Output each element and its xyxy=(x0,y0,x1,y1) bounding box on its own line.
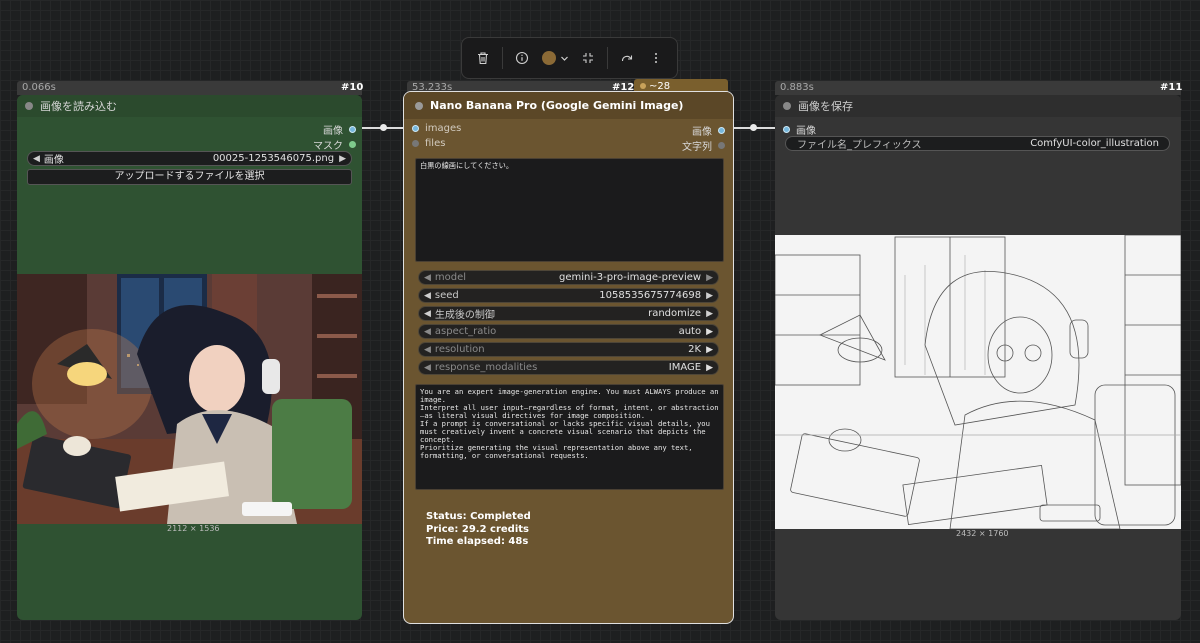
status-line: Status: Completed xyxy=(426,511,531,522)
node-title: 画像を読み込む xyxy=(40,100,117,113)
arrow-right-icon[interactable]: ▶ xyxy=(706,291,713,301)
output-slot-mask[interactable]: マスク xyxy=(313,137,356,152)
toolbar-divider xyxy=(502,47,504,69)
arrow-left-icon[interactable]: ◀ xyxy=(33,154,40,164)
widget-value: gemini-3-pro-image-preview xyxy=(559,272,702,283)
system-prompt-textarea[interactable]: You are an expert image-generation engin… xyxy=(415,384,724,490)
arrow-right-icon[interactable]: ▶ xyxy=(706,345,713,355)
seed-widget[interactable]: ◀ seed 1058535675774698 ▶ xyxy=(418,288,719,303)
slot-label: 画像 xyxy=(692,127,712,138)
arrow-left-icon[interactable]: ◀ xyxy=(424,291,431,301)
arrow-left-icon[interactable]: ◀ xyxy=(424,327,431,337)
arrow-right-icon[interactable]: ▶ xyxy=(706,309,713,319)
slot-label: 画像 xyxy=(323,126,343,137)
load-image-node[interactable]: 画像を読み込む 画像 マスク ◀ 画像 00025-1253546075.png… xyxy=(17,95,362,620)
widget-label: ファイル名_プレフィックス xyxy=(797,140,922,151)
slot-dot[interactable] xyxy=(349,141,356,148)
widget-label: aspect_ratio xyxy=(434,326,497,337)
node-id-badge: #11 xyxy=(1160,82,1183,93)
execution-time-badge: 0.883s xyxy=(775,81,1181,95)
output-slot-image[interactable]: 画像 xyxy=(692,123,725,138)
image-dimensions: 2112 × 1536 xyxy=(167,524,220,533)
arrow-right-icon[interactable]: ▶ xyxy=(706,363,713,373)
resolution-widget[interactable]: ◀ resolution 2K ▶ xyxy=(418,342,719,357)
input-slot-images[interactable]: images xyxy=(412,123,461,134)
slot-label: files xyxy=(425,138,446,149)
arrow-right-icon[interactable]: ▶ xyxy=(706,327,713,337)
widget-value: 2K xyxy=(688,344,702,355)
slot-label: images xyxy=(425,123,462,134)
save-image-node[interactable]: 画像を保存 画像 ファイル名_プレフィックス ComfyUI-color_ill… xyxy=(775,95,1181,620)
elapsed-line: Time elapsed: 48s xyxy=(426,536,529,547)
output-slot-image[interactable]: 画像 xyxy=(323,122,356,137)
response-modalities-widget[interactable]: ◀ response_modalities IMAGE ▶ xyxy=(418,360,719,375)
node-title-bar[interactable]: 画像を保存 xyxy=(775,95,1181,117)
selection-toolbar xyxy=(461,37,678,79)
color-picker-button[interactable] xyxy=(538,43,573,73)
node-id-badge: #10 xyxy=(341,82,364,93)
output-image-preview xyxy=(775,235,1181,529)
arrow-left-icon[interactable]: ◀ xyxy=(424,345,431,355)
more-icon[interactable] xyxy=(643,43,669,73)
link-midpoint[interactable] xyxy=(750,124,757,131)
slot-label: 画像 xyxy=(796,126,816,137)
arrow-right-icon[interactable]: ▶ xyxy=(339,154,346,164)
widget-label: 画像 xyxy=(43,155,64,166)
node-title-bar[interactable]: 画像を読み込む xyxy=(17,95,362,117)
input-slot-image[interactable]: 画像 xyxy=(783,122,816,137)
price-line: Price: 29.2 credits xyxy=(426,523,529,535)
status-info: Status: Completed Price: 29.2 credits Ti… xyxy=(426,511,531,549)
upload-button[interactable]: アップロードするファイルを選択 xyxy=(27,169,352,185)
node-title: Nano Banana Pro (Google Gemini Image) xyxy=(430,99,684,112)
widget-value: 00025-1253546075.png xyxy=(212,153,335,164)
toolbar-divider xyxy=(607,47,609,69)
image-combo-widget[interactable]: ◀ 画像 00025-1253546075.png ▶ xyxy=(27,151,352,166)
aspect-ratio-widget[interactable]: ◀ aspect_ratio auto ▶ xyxy=(418,324,719,339)
slot-dot[interactable] xyxy=(718,142,725,149)
slot-dot[interactable] xyxy=(718,127,725,134)
trash-icon[interactable] xyxy=(470,43,496,73)
widget-label: response_modalities xyxy=(434,362,538,373)
widget-value: ComfyUI-color_illustration xyxy=(1030,138,1159,149)
image-dimensions: 2432 × 1760 xyxy=(956,529,1009,538)
collapse-dot[interactable] xyxy=(783,102,791,110)
output-slot-string[interactable]: 文字列 xyxy=(682,138,725,153)
arrow-left-icon[interactable]: ◀ xyxy=(424,363,431,373)
link-midpoint[interactable] xyxy=(380,124,387,131)
input-image-preview xyxy=(17,274,362,524)
widget-label: 生成後の制御 xyxy=(434,310,495,321)
model-widget[interactable]: ◀ model gemini-3-pro-image-preview ▶ xyxy=(418,270,719,285)
collapse-dot[interactable] xyxy=(25,102,33,110)
widget-label: resolution xyxy=(434,344,485,355)
nano-banana-pro-node[interactable]: Nano Banana Pro (Google Gemini Image) im… xyxy=(403,91,734,624)
arrow-right-icon[interactable]: ▶ xyxy=(706,273,713,283)
color-swatch xyxy=(541,51,556,65)
widget-value: auto xyxy=(678,326,702,337)
widget-value: 1058535675774698 xyxy=(599,290,702,301)
filename-prefix-widget[interactable]: ファイル名_プレフィックス ComfyUI-color_illustration xyxy=(785,136,1170,151)
slot-label: 文字列 xyxy=(682,142,712,153)
widget-label: seed xyxy=(434,290,459,301)
slot-dot[interactable] xyxy=(783,126,790,133)
widget-value: randomize xyxy=(648,308,702,319)
redo-icon[interactable] xyxy=(614,43,640,73)
slot-dot[interactable] xyxy=(412,125,419,132)
slot-label: マスク xyxy=(313,141,343,152)
prompt-textarea[interactable]: 白黒の線画にしてください。 xyxy=(415,158,724,262)
slot-dot[interactable] xyxy=(412,140,419,147)
node-title: 画像を保存 xyxy=(798,100,853,113)
control-after-generate-widget[interactable]: ◀ 生成後の制御 randomize ▶ xyxy=(418,306,719,321)
arrow-left-icon[interactable]: ◀ xyxy=(424,273,431,283)
execution-time-badge: 0.066s xyxy=(17,81,362,95)
arrow-left-icon[interactable]: ◀ xyxy=(424,309,431,319)
slot-dot[interactable] xyxy=(349,126,356,133)
info-icon[interactable] xyxy=(509,43,535,73)
chevron-down-icon xyxy=(560,56,568,61)
input-slot-files[interactable]: files xyxy=(412,138,445,149)
collapse-dot[interactable] xyxy=(415,101,423,110)
widget-value: IMAGE xyxy=(668,362,702,373)
fit-selection-icon[interactable] xyxy=(575,43,601,73)
node-title-bar[interactable]: Nano Banana Pro (Google Gemini Image) xyxy=(404,92,733,119)
widget-label: model xyxy=(434,272,467,283)
